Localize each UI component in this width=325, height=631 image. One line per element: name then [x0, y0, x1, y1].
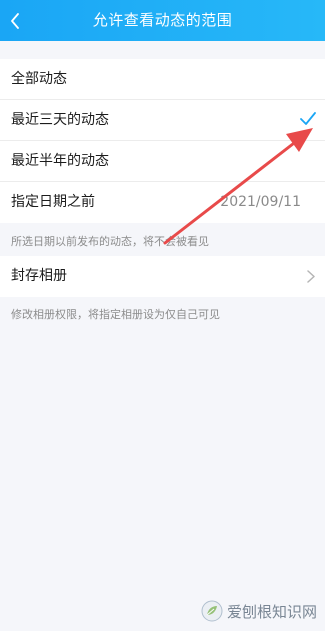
- album-settings: 封存相册: [0, 256, 325, 297]
- sealed-album-row[interactable]: 封存相册: [0, 256, 325, 297]
- date-hint-text: 所选日期以前发布的动态，将不会被看见: [11, 235, 209, 248]
- option-before-date[interactable]: 指定日期之前 2021/09/11: [0, 182, 325, 223]
- option-last-half-year[interactable]: 最近半年的动态: [0, 141, 325, 182]
- page-title: 允许查看动态的范围: [92, 11, 233, 29]
- option-label: 最近三天的动态: [11, 112, 109, 128]
- option-label: 全部动态: [11, 71, 67, 87]
- option-last-three-days[interactable]: 最近三天的动态: [0, 100, 325, 141]
- album-hint-text: 修改相册权限，将指定相册设为仅自己可见: [11, 308, 220, 321]
- option-label: 最近半年的动态: [11, 153, 109, 169]
- option-label: 指定日期之前: [11, 194, 95, 210]
- title-bar: 允许查看动态的范围: [0, 0, 325, 41]
- watermark: 爱刨根知识网: [201, 600, 317, 622]
- visibility-range-options: 全部动态 最近三天的动态 最近半年的动态 指定日期之前 2021/09/11: [0, 59, 325, 223]
- chevron-right-icon: [307, 270, 315, 283]
- leaf-logo-icon: [201, 600, 223, 622]
- sealed-album-label: 封存相册: [11, 268, 67, 284]
- checkmark-icon: [300, 112, 316, 125]
- selected-date: 2021/09/11: [220, 194, 301, 210]
- watermark-text: 爱刨根知识网: [226, 602, 317, 621]
- option-all-posts[interactable]: 全部动态: [0, 59, 325, 100]
